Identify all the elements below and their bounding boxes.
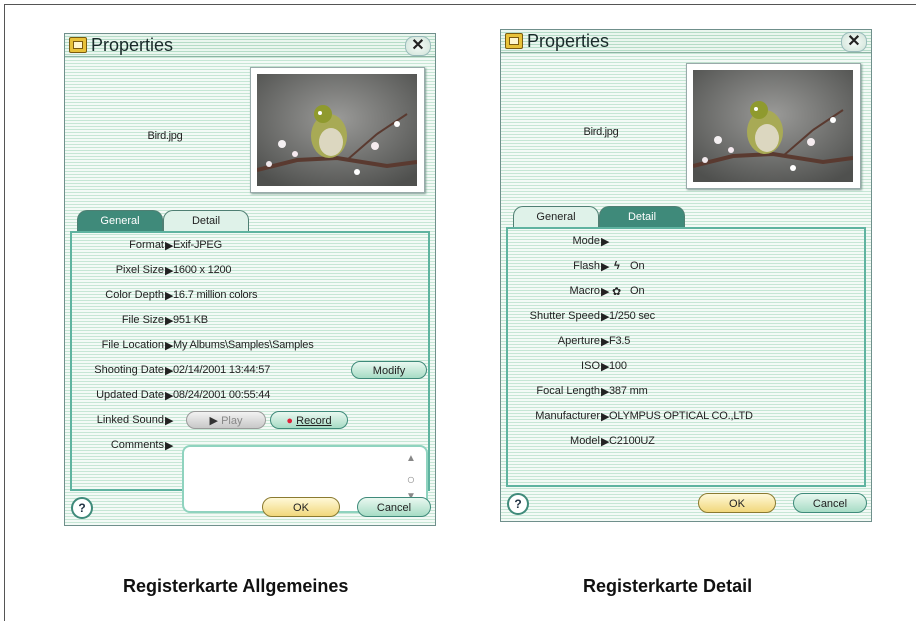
label-pixel-size: Pixel Size [115, 264, 164, 276]
general-panel: Format ▶ Exif-JPEG Pixel Size ▶ 1600 x 120… [70, 231, 430, 513]
file-name: Bird.jpg [147, 130, 183, 142]
value-model: C2100UZ [609, 435, 655, 447]
label-flash: Flash [573, 260, 600, 272]
label-macro: Macro [569, 285, 600, 297]
value-manufacturer: OLYMPUS OPTICAL CO.,LTD [609, 410, 753, 422]
value-color-depth: 16.7 million colors [173, 289, 258, 301]
arrow-icon: ▶ [601, 286, 610, 298]
label-linked-sound: Linked Sound [96, 414, 164, 426]
label-file-location: File Location [101, 339, 164, 351]
row-model: Model ▶ C2100UZ [508, 435, 864, 451]
value-aperture: F3.5 [609, 335, 631, 347]
label-iso: ISO [581, 360, 600, 372]
value-shutter-speed: 1/250 sec [609, 310, 655, 322]
value-shooting-date: 02/14/2001 13:44:57 [173, 364, 271, 376]
dialog-title: Properties [91, 35, 174, 55]
tab-general[interactable]: General [513, 206, 599, 227]
arrow-icon: ▶ [165, 440, 174, 452]
value-file-location: My Albums\Samples\Samples [173, 339, 314, 351]
row-focal-length: Focal Length ▶ 387 mm [508, 385, 864, 401]
row-file-location: File Location ▶ My Albums\Samples\Samples [72, 339, 428, 355]
value-updated-date: 08/24/2001 00:55:44 [173, 389, 271, 401]
bird-photo [693, 70, 853, 182]
value-flash: On [630, 260, 645, 272]
label-shutter-speed: Shutter Speed [529, 310, 600, 322]
label-file-size: File Size [121, 314, 164, 326]
row-format: Format ▶ Exif-JPEG [72, 239, 428, 255]
record-dot-icon: ● [286, 415, 294, 427]
close-icon[interactable]: ✕ [841, 32, 867, 52]
value-pixel-size: 1600 x 1200 [173, 264, 232, 276]
dialog-title: Properties [527, 31, 610, 51]
label-focal-length: Focal Length [536, 385, 600, 397]
label-shooting-date: Shooting Date [94, 364, 164, 376]
row-color-depth: Color Depth ▶ 16.7 million colors [72, 289, 428, 305]
arrow-icon: ▶ [165, 415, 174, 427]
label-aperture: Aperture [557, 335, 600, 347]
scroll-thumb[interactable]: ○ [404, 471, 418, 487]
row-mode: Mode ▶ [508, 235, 864, 251]
flash-icon: ϟ [614, 260, 620, 272]
modify-button[interactable]: Modify [351, 361, 427, 379]
label-format: Format [129, 239, 164, 251]
play-icon: ▶ [209, 415, 218, 427]
label-model: Model [570, 435, 600, 447]
row-shutter-speed: Shutter Speed ▶ 1/250 sec [508, 310, 864, 326]
row-iso: ISO ▶ 100 [508, 360, 864, 376]
properties-dialog-general: Properties ✕ Bird.jpg General Detail For… [64, 33, 436, 526]
value-format: Exif-JPEG [173, 239, 222, 251]
row-aperture: Aperture ▶ F3.5 [508, 335, 864, 351]
cancel-button[interactable]: Cancel [357, 497, 431, 517]
image-thumbnail [686, 63, 861, 189]
label-comments: Comments [110, 439, 164, 451]
caption-detail: Registerkarte Detail [583, 576, 753, 596]
properties-app-icon [69, 37, 87, 53]
value-file-size: 951 KB [173, 314, 208, 326]
label-updated-date: Updated Date [96, 389, 164, 401]
record-button[interactable]: ● Record [270, 411, 348, 429]
label-mode: Mode [572, 235, 600, 247]
scroll-up-icon[interactable]: ▲ [404, 453, 418, 464]
label-manufacturer: Manufacturer [535, 410, 600, 422]
row-manufacturer: Manufacturer ▶ OLYMPUS OPTICAL CO.,LTD [508, 410, 864, 426]
caption-general: Registerkarte Allgemeines [123, 576, 349, 596]
play-button[interactable]: ▶ Play [186, 411, 266, 429]
tab-detail[interactable]: Detail [599, 206, 685, 227]
title-bar[interactable]: Properties ✕ [501, 30, 871, 53]
ok-button[interactable]: OK [262, 497, 340, 517]
properties-app-icon [505, 33, 523, 49]
macro-flower-icon: ✿ [612, 286, 622, 298]
row-macro: Macro ▶ ✿ On [508, 285, 864, 301]
title-bar[interactable]: Properties ✕ [65, 34, 435, 57]
cancel-button[interactable]: Cancel [793, 493, 867, 513]
arrow-icon: ▶ [601, 236, 610, 248]
tab-detail[interactable]: Detail [163, 210, 249, 231]
properties-dialog-detail: Properties ✕ Bird.jpg General Detail Mod… [500, 29, 872, 522]
play-label: Play [221, 415, 243, 427]
bird-photo [257, 74, 417, 186]
detail-panel: Mode ▶ Flash ▶ ϟ On Macro ▶ ✿ On Shutter Sp… [506, 227, 866, 487]
value-iso: 100 [609, 360, 627, 372]
label-color-depth: Color Depth [105, 289, 164, 301]
arrow-icon: ▶ [601, 261, 610, 273]
tab-general[interactable]: General [77, 210, 163, 231]
row-file-size: File Size ▶ 951 KB [72, 314, 428, 330]
file-name: Bird.jpg [583, 126, 619, 138]
record-label: Record [296, 415, 332, 427]
image-thumbnail [250, 67, 425, 193]
row-updated-date: Updated Date ▶ 08/24/2001 00:55:44 [72, 389, 428, 405]
value-focal-length: 387 mm [609, 385, 648, 397]
row-comments: Comments ▶ [72, 439, 174, 455]
close-icon[interactable]: ✕ [405, 36, 431, 56]
row-pixel-size: Pixel Size ▶ 1600 x 1200 [72, 264, 428, 280]
help-icon[interactable]: ? [507, 493, 529, 515]
row-flash: Flash ▶ ϟ On [508, 260, 864, 276]
ok-button[interactable]: OK [698, 493, 776, 513]
help-icon[interactable]: ? [71, 497, 93, 519]
value-macro: On [630, 285, 645, 297]
